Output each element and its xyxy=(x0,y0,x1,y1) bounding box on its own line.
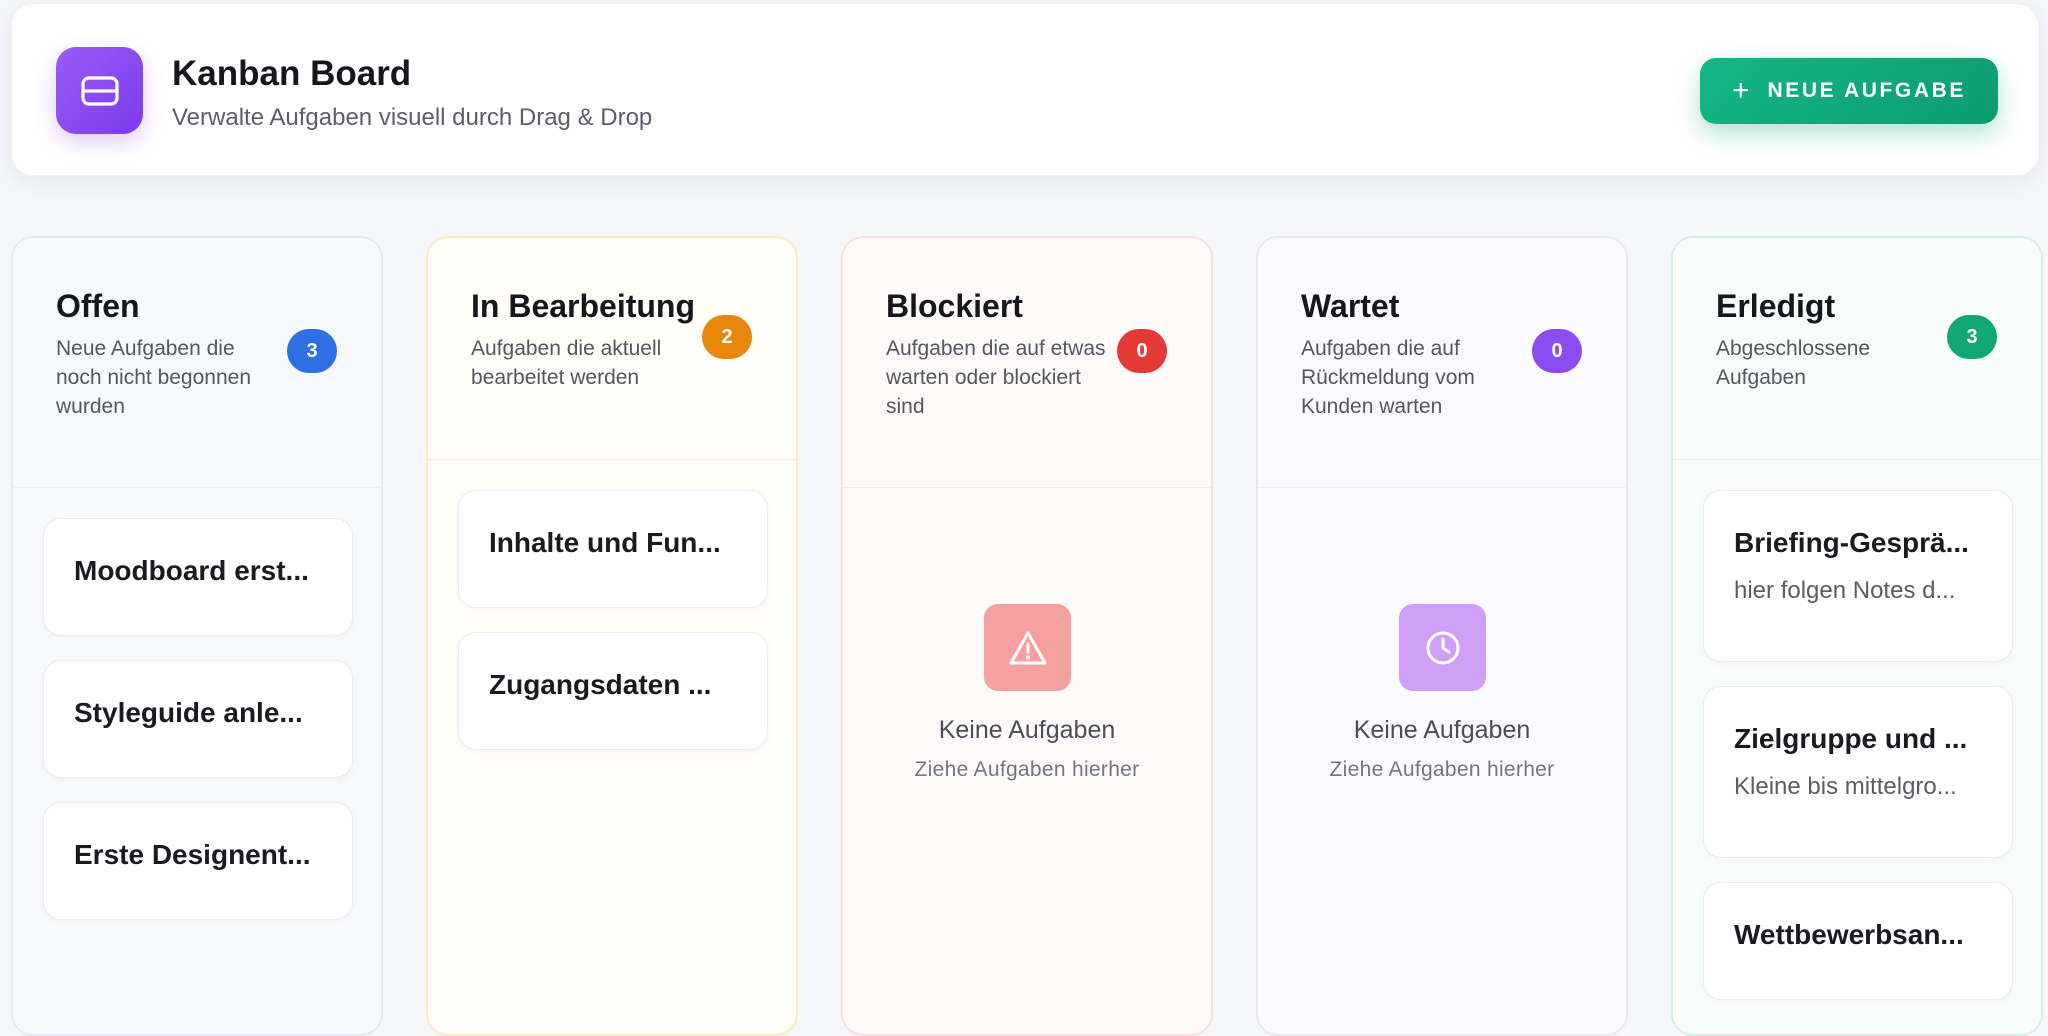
empty-state-subtitle: Ziehe Aufgaben hierher xyxy=(1329,758,1555,781)
new-task-button-label: NEUE AUFGABE xyxy=(1767,79,1966,102)
task-card[interactable]: Zielgruppe und ... Kleine bis mittelgro.… xyxy=(1703,686,2013,858)
task-card-title: Briefing-Gesprä... xyxy=(1734,527,1969,558)
plus-icon: + xyxy=(1732,74,1750,107)
column-title: Offen xyxy=(56,288,140,324)
task-card-title: Styleguide anle... xyxy=(74,697,303,728)
task-card-note: Kleine bis mittelgro... xyxy=(1734,773,1957,800)
column-description: Aufgaben die auf Rückmeldung vom Kunden … xyxy=(1301,337,1475,418)
count-badge: 3 xyxy=(1947,315,1997,359)
task-card[interactable]: Styleguide anle... xyxy=(43,660,353,778)
count-badge: 0 xyxy=(1532,329,1582,373)
page-subtitle: Verwalte Aufgaben visuell durch Drag & D… xyxy=(172,104,653,131)
column-offen[interactable]: Offen Neue Aufgaben die noch nicht begon… xyxy=(11,236,383,1036)
column-wartet[interactable]: Wartet Aufgaben die auf Rückmeldung vom … xyxy=(1256,236,1628,1036)
board-header: Kanban Board Verwalte Aufgaben visuell d… xyxy=(11,3,2039,176)
count-badge: 0 xyxy=(1117,329,1167,373)
card-icon xyxy=(56,47,143,134)
task-card-title: Zugangsdaten ... xyxy=(489,669,712,700)
column-header: Wartet Aufgaben die auf Rückmeldung vom … xyxy=(1258,238,1626,488)
task-card-note: hier folgen Notes d... xyxy=(1734,577,1956,604)
page-title: Kanban Board xyxy=(172,54,412,93)
column-header: Blockiert Aufgaben die auf etwas warten … xyxy=(843,238,1211,488)
task-card-title: Inhalte und Fun... xyxy=(489,527,721,558)
column-description: Aufgaben die aktuell bearbeitet werden xyxy=(471,337,662,389)
column-title: Blockiert xyxy=(886,288,1023,324)
warning-icon xyxy=(984,604,1071,691)
column-in-bearbeitung[interactable]: In Bearbeitung Aufgaben die aktuell bear… xyxy=(426,236,798,1036)
column-description: Abgeschlossene Aufgaben xyxy=(1716,337,1871,389)
column-description: Neue Aufgaben die noch nicht begonnen wu… xyxy=(56,337,251,418)
column-header: Erledigt Abgeschlossene Aufgaben 3 xyxy=(1673,238,2041,460)
empty-state-title: Keine Aufgaben xyxy=(1353,716,1531,744)
empty-state-title: Keine Aufgaben xyxy=(938,716,1116,744)
task-card[interactable]: Wettbewerbsan... xyxy=(1703,882,2013,1000)
column-header: Offen Neue Aufgaben die noch nicht begon… xyxy=(13,238,381,488)
column-title: In Bearbeitung xyxy=(471,288,696,324)
empty-state-subtitle: Ziehe Aufgaben hierher xyxy=(914,758,1140,781)
task-card[interactable]: Inhalte und Fun... xyxy=(458,490,768,608)
column-title: Erledigt xyxy=(1716,288,1836,324)
task-card[interactable]: Zugangsdaten ... xyxy=(458,632,768,750)
column-header: In Bearbeitung Aufgaben die aktuell bear… xyxy=(428,238,796,460)
task-card-title: Moodboard erst... xyxy=(74,555,309,586)
column-erledigt[interactable]: Erledigt Abgeschlossene Aufgaben 3 Brief… xyxy=(1671,236,2043,1036)
column-title: Wartet xyxy=(1301,288,1400,324)
new-task-button[interactable]: + NEUE AUFGABE xyxy=(1700,58,1998,124)
count-badge: 3 xyxy=(287,329,337,373)
task-card[interactable]: Erste Designent... xyxy=(43,802,353,920)
column-blockiert[interactable]: Blockiert Aufgaben die auf etwas warten … xyxy=(841,236,1213,1036)
task-card-title: Wettbewerbsan... xyxy=(1734,919,1964,950)
count-badge: 2 xyxy=(702,315,752,359)
clock-icon xyxy=(1399,604,1486,691)
column-description: Aufgaben die auf etwas warten oder block… xyxy=(886,337,1106,418)
task-card[interactable]: Briefing-Gesprä... hier folgen Notes d..… xyxy=(1703,490,2013,662)
task-card-title: Erste Designent... xyxy=(74,839,311,870)
task-card-title: Zielgruppe und ... xyxy=(1734,723,1968,754)
task-card[interactable]: Moodboard erst... xyxy=(43,518,353,636)
